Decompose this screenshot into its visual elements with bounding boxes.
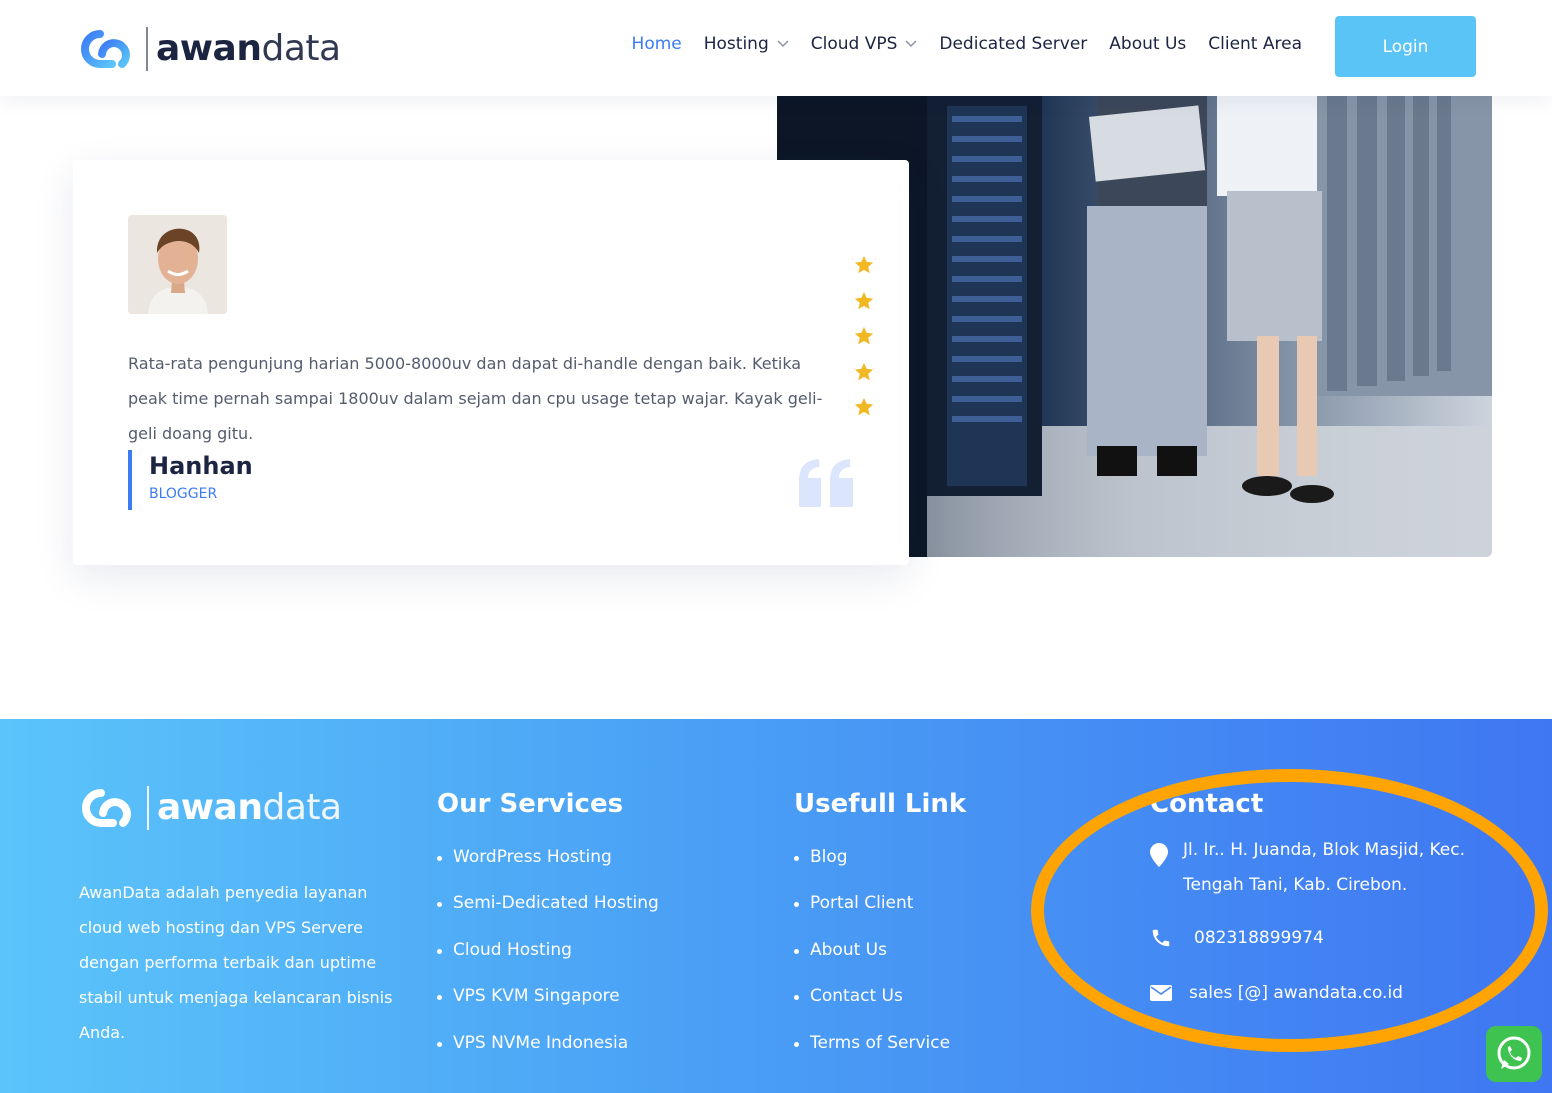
brand-logo[interactable]: awandata — [78, 26, 341, 72]
footer-logo[interactable]: awandata — [79, 785, 342, 831]
login-button[interactable]: Login — [1335, 16, 1476, 77]
nav-dedicated-server[interactable]: Dedicated Server — [939, 34, 1087, 54]
main-nav: Home Hosting Cloud VPS Dedicated Server … — [610, 34, 1302, 54]
services-list: WordPress Hosting Semi-Dedicated Hosting… — [437, 847, 659, 1079]
useful-links-list: Blog Portal Client About Us Contact Us T… — [794, 847, 966, 1079]
avatar — [128, 215, 227, 314]
brand-wordmark: awandata — [157, 787, 342, 828]
testimonial-author: Hanhan BLOGGER — [128, 450, 253, 510]
footer-link[interactable]: Blog — [794, 847, 966, 893]
nav-home[interactable]: Home — [632, 34, 682, 54]
logo-divider — [146, 27, 148, 71]
star-icon — [854, 362, 874, 380]
site-header: awandata Home Hosting Cloud VPS Dedicate… — [0, 0, 1552, 96]
links-title: Usefull Link — [794, 789, 967, 819]
service-link[interactable]: VPS KVM Singapore — [437, 986, 659, 1032]
service-link[interactable]: Semi-Dedicated Hosting — [437, 893, 659, 939]
chevron-down-icon — [905, 40, 917, 48]
star-icon — [854, 397, 874, 416]
author-role: BLOGGER — [149, 486, 218, 502]
nav-client-area[interactable]: Client Area — [1208, 34, 1302, 54]
nav-about-us[interactable]: About Us — [1109, 34, 1186, 54]
cloud-logo-icon — [82, 789, 131, 827]
service-link[interactable]: VPS NVMe Indonesia — [437, 1033, 659, 1079]
star-icon — [854, 326, 874, 345]
star-icon — [854, 255, 874, 274]
brand-wordmark: awandata — [156, 28, 341, 69]
footer-link[interactable]: Terms of Service — [794, 1033, 966, 1079]
highlight-circle — [1031, 769, 1548, 1052]
footer-link[interactable]: Contact Us — [794, 986, 966, 1032]
chevron-down-icon — [777, 40, 789, 48]
services-column: Our Services WordPress Hosting Semi-Dedi… — [437, 789, 659, 1079]
footer-link[interactable]: About Us — [794, 940, 966, 986]
whatsapp-icon — [1497, 1036, 1531, 1070]
nav-hosting[interactable]: Hosting — [704, 34, 789, 54]
service-link[interactable]: Cloud Hosting — [437, 940, 659, 986]
author-name: Hanhan — [149, 452, 253, 480]
star-icon — [854, 291, 874, 309]
whatsapp-chat-button[interactable] — [1486, 1026, 1542, 1082]
services-title: Our Services — [437, 789, 624, 819]
links-column: Usefull Link Blog Portal Client About Us… — [794, 789, 966, 1079]
service-link[interactable]: WordPress Hosting — [437, 847, 659, 893]
footer-about-text: AwanData adalah penyedia layanan cloud w… — [79, 883, 393, 1042]
testimonial-card: Rata-rata pengunjung harian 5000-8000uv … — [73, 160, 909, 565]
rating-stars — [853, 254, 875, 432]
logo-divider — [147, 786, 149, 830]
footer-link[interactable]: Portal Client — [794, 893, 966, 939]
nav-cloud-vps[interactable]: Cloud VPS — [811, 34, 918, 54]
person-portrait-icon — [128, 215, 227, 314]
quote-icon — [799, 459, 853, 507]
testimonial-text: Rata-rata pengunjung harian 5000-8000uv … — [128, 354, 823, 443]
cloud-logo-icon — [81, 30, 130, 68]
